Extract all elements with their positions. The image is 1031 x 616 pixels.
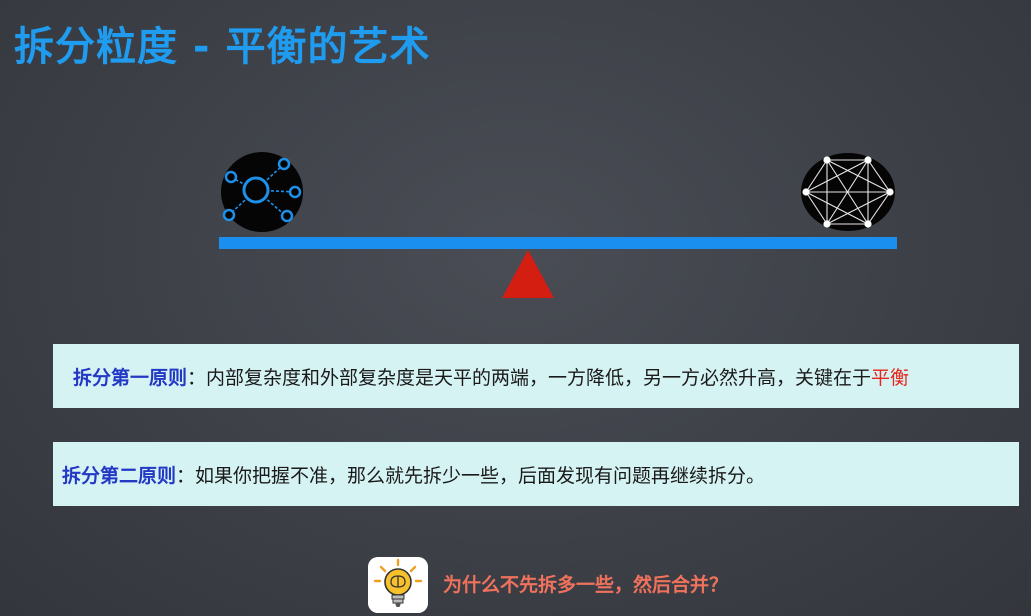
principle-one-panel: 拆分第一原则：内部复杂度和外部复杂度是天平的两端，一方降低，另一方必然升高，关键… xyxy=(53,344,1019,408)
mesh-network-icon xyxy=(801,153,895,231)
fulcrum-triangle xyxy=(502,250,554,298)
slide-title: 拆分粒度 - 平衡的艺术 xyxy=(14,24,431,70)
principle-one-separator: ： xyxy=(187,366,207,389)
tip-question: 为什么不先拆多一些，然后合并？ xyxy=(443,574,729,596)
principle-two-text: 如果你把握不准，那么就先拆少一些，后面发现有问题再继续拆分。 xyxy=(195,464,766,487)
principle-two-label: 拆分第二原则 xyxy=(62,464,177,487)
principle-two-panel: 拆分第二原则：如果你把握不准，那么就先拆少一些，后面发现有问题再继续拆分。 xyxy=(53,442,1019,506)
hub-network-icon xyxy=(221,152,303,232)
principle-two-separator: ： xyxy=(176,464,196,487)
lightbulb-brain-icon xyxy=(368,557,428,613)
principle-one-label: 拆分第一原则 xyxy=(73,366,188,389)
principle-one-highlight: 平衡 xyxy=(871,366,910,389)
principle-one-text: 内部复杂度和外部复杂度是天平的两端，一方降低，另一方必然升高，关键在于 xyxy=(206,366,872,389)
balance-beam xyxy=(219,237,897,249)
